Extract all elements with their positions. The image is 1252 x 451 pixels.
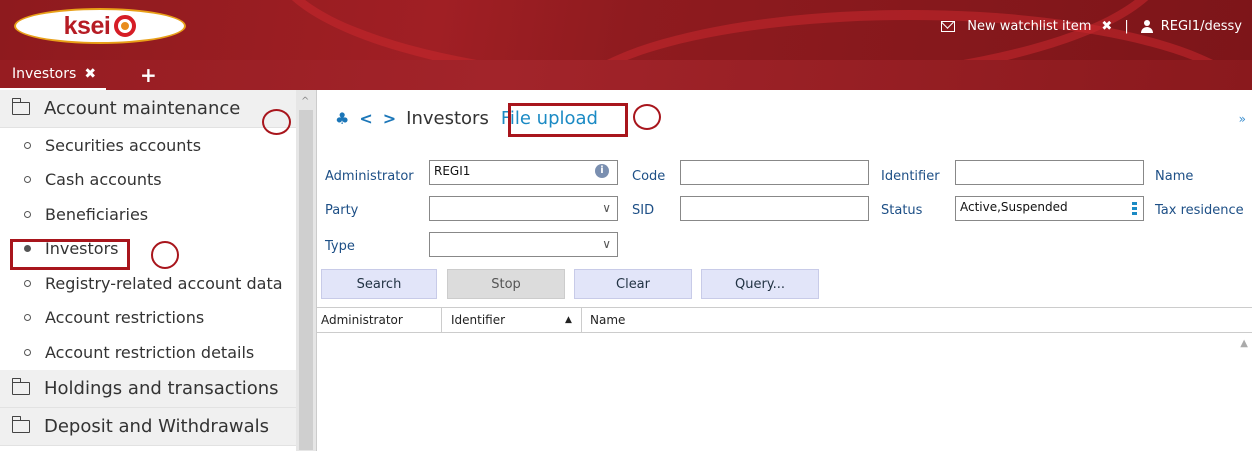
sidebar-item-securities-accounts[interactable]: Securities accounts [0, 128, 296, 163]
column-header-administrator[interactable]: Administrator [321, 313, 403, 327]
folder-icon [11, 415, 30, 433]
multi-select-icon[interactable] [1132, 202, 1137, 216]
status-label: Status [881, 203, 923, 218]
sidebar-item-label: Registry-related account data [45, 273, 283, 293]
sitemap-icon[interactable]: ♣ [335, 109, 349, 128]
ksei-logo[interactable]: ksei [14, 8, 186, 44]
user-name[interactable]: REGI1/dessy [1161, 19, 1242, 34]
party-label: Party [325, 203, 359, 218]
identifier-label: Identifier [881, 169, 940, 184]
user-icon[interactable] [1140, 20, 1153, 33]
stop-button[interactable]: Stop [447, 269, 565, 299]
folder-open-icon [11, 98, 30, 115]
column-header-identifier[interactable]: Identifier [451, 313, 505, 327]
collapse-icon[interactable]: » [1239, 112, 1246, 126]
sidebar-scrollbar[interactable]: ^ [296, 90, 316, 451]
chevron-down-icon[interactable]: ∨ [602, 201, 611, 215]
sidebar-item-label: Account restriction details [45, 342, 255, 362]
party-select[interactable]: ∨ [429, 196, 618, 221]
sidebar-item-account-restrictions[interactable]: Account restrictions [0, 301, 296, 336]
sidebar-group-label: Holdings and transactions [44, 377, 279, 399]
back-arrow-icon[interactable]: < [359, 109, 372, 128]
sidebar-group-label: Account maintenance [44, 98, 241, 119]
tab-label: Investors [12, 66, 77, 82]
new-watchlist-link[interactable]: New watchlist item [967, 19, 1091, 34]
sid-field[interactable] [680, 196, 869, 221]
search-button[interactable]: Search [321, 269, 437, 299]
forward-arrow-icon[interactable]: > [383, 109, 396, 128]
scroll-thumb[interactable] [299, 110, 313, 450]
results-grid-header: Administrator Identifier ▲ Name [317, 307, 1252, 333]
header-actions: New watchlist item ✖ | REGI1/dessy [933, 19, 1242, 34]
bullet-icon [24, 210, 31, 218]
type-select[interactable]: ∨ [429, 232, 618, 257]
app-header: ksei New watchlist item ✖ | REGI1/dessy [0, 0, 1252, 60]
query-button[interactable]: Query... [701, 269, 819, 299]
folder-icon [11, 377, 30, 395]
logo-text: ksei [63, 11, 111, 40]
sort-ascending-icon[interactable]: ▲ [565, 315, 572, 325]
sidebar-group-label: Deposit and Withdrawals [44, 415, 269, 437]
envelope-icon[interactable] [941, 21, 956, 32]
sidebar-item-registry-related[interactable]: Registry-related account data [0, 266, 296, 301]
type-label: Type [325, 239, 355, 254]
tab-close-icon[interactable]: ✖ [84, 66, 96, 82]
chevron-down-icon[interactable]: ∨ [602, 237, 611, 251]
bullet-icon [24, 348, 31, 356]
sidebar-item-label: Beneficiaries [45, 204, 149, 224]
code-label: Code [632, 169, 666, 184]
highlight-box [10, 239, 130, 270]
watchlist-close-icon[interactable]: ✖ [1101, 19, 1112, 34]
scroll-up-icon[interactable]: ^ [301, 96, 309, 107]
highlight-circle [262, 109, 291, 135]
info-icon[interactable]: i [595, 164, 609, 178]
sidebar-item-cash-accounts[interactable]: Cash accounts [0, 163, 296, 198]
main-panel: ♣ < > Investors File upload » Administra… [316, 90, 1252, 451]
sidebar-item-label: Securities accounts [45, 135, 202, 155]
highlight-circle [633, 104, 661, 130]
tax-residence-label: Tax residence [1155, 203, 1244, 218]
sid-label: SID [632, 203, 655, 218]
status-value: Active,Suspended [960, 200, 1068, 214]
highlight-box [508, 103, 628, 137]
sidebar-group-account-maintenance[interactable]: Account maintenance [0, 90, 296, 128]
column-divider[interactable] [581, 308, 582, 332]
sidebar-group-deposit[interactable]: Deposit and Withdrawals [0, 407, 296, 446]
highlight-circle [151, 241, 179, 269]
bullet-icon [24, 141, 31, 149]
column-divider[interactable] [441, 308, 442, 332]
administrator-value: REGI1 [434, 164, 471, 178]
bullet-icon [24, 279, 31, 287]
identifier-field[interactable] [955, 160, 1144, 185]
add-tab-icon[interactable]: + [140, 63, 157, 87]
sidebar-group-holdings[interactable]: Holdings and transactions [0, 369, 296, 408]
bullet-icon [24, 314, 31, 322]
clear-button[interactable]: Clear [574, 269, 692, 299]
status-field[interactable]: Active,Suspended [955, 196, 1144, 221]
page-title: Investors [406, 108, 489, 129]
sidebar: Account maintenance Securities accounts … [0, 90, 296, 451]
column-header-name[interactable]: Name [590, 313, 625, 327]
sidebar-item-label: Account restrictions [45, 308, 205, 328]
code-field[interactable] [680, 160, 869, 185]
logo-mark-icon [114, 15, 137, 37]
bullet-icon [24, 176, 31, 184]
sidebar-item-label: Cash accounts [45, 170, 162, 190]
tab-bar: Investors ✖ + [0, 60, 1252, 90]
tab-investors[interactable]: Investors ✖ [0, 60, 107, 90]
administrator-field[interactable]: REGI1 i [429, 160, 618, 185]
header-separator: | [1124, 19, 1129, 34]
sidebar-item-beneficiaries[interactable]: Beneficiaries [0, 197, 296, 232]
sidebar-item-account-restriction-details[interactable]: Account restriction details [0, 335, 296, 370]
grid-scroll-up-icon[interactable]: ▲ [1240, 338, 1248, 349]
name-label: Name [1155, 169, 1194, 184]
administrator-label: Administrator [325, 169, 414, 184]
